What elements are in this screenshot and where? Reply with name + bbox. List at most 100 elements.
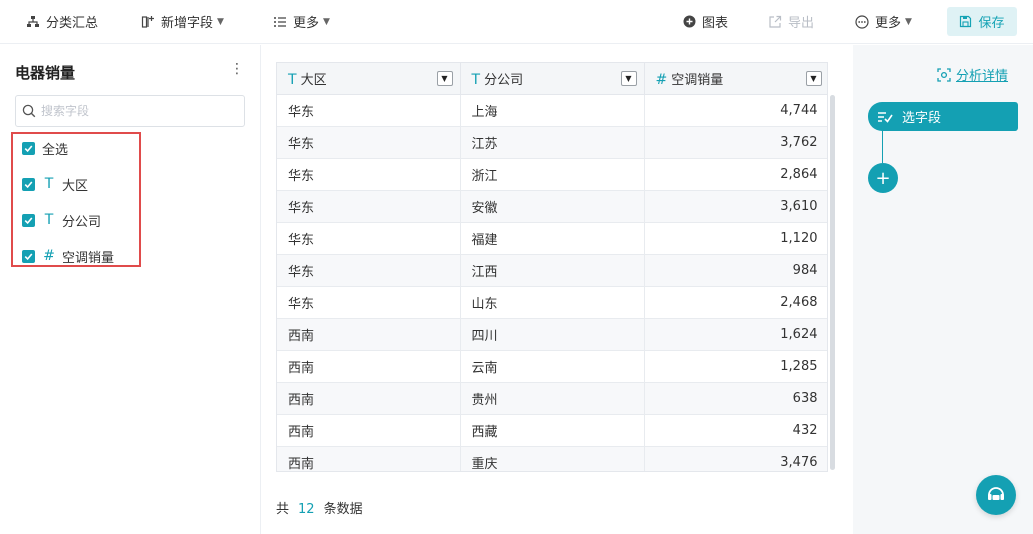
search-icon	[22, 104, 36, 118]
table-cell: 2,468	[644, 286, 827, 319]
table-cell: 安徽	[460, 190, 645, 223]
group-summary-button[interactable]: 分类汇总	[26, 0, 98, 44]
text-type-icon: T	[288, 71, 297, 88]
field-label: 大区	[62, 178, 89, 194]
text-type-icon: T	[44, 212, 54, 228]
column-header-branch[interactable]: T 分公司 ▼	[460, 63, 645, 95]
chevron-down-icon: ▼	[217, 16, 224, 27]
table-row: 华东 福建 1,120	[277, 222, 827, 255]
dataset-title: 电器销量	[15, 64, 76, 82]
table-row: 西南 贵州 638	[277, 382, 827, 415]
checkbox-checked-icon[interactable]	[22, 141, 35, 155]
add-field-button[interactable]: 新增字段 ▼	[141, 0, 224, 44]
dropdown-arrow-icon[interactable]: ▼	[620, 71, 637, 86]
table-cell: 四川	[460, 318, 645, 351]
table-row: 西南 云南 1,285	[277, 350, 827, 383]
step-label: 选字段	[902, 111, 942, 126]
export-icon	[769, 15, 782, 28]
field-select-all[interactable]: 全选	[22, 139, 68, 158]
table-cell: 3,762	[644, 126, 827, 159]
column-header-ac-sales[interactable]: # 空调销量 ▼	[644, 63, 827, 95]
table-header-row: T 大区 ▼ T 分公司 ▼ # 空调销量 ▼	[277, 63, 827, 95]
table-row: 华东 上海 4,744	[277, 94, 827, 127]
table-scrollbar[interactable]	[830, 95, 835, 470]
step-select-fields[interactable]: 选字段	[868, 102, 1018, 131]
chevron-down-icon: ▼	[905, 16, 912, 27]
field-item-branch[interactable]: T 分公司	[22, 211, 102, 230]
dropdown-arrow-icon[interactable]: ▼	[436, 71, 453, 86]
select-fields-icon	[878, 111, 893, 123]
export-label: 导出	[788, 16, 815, 31]
table-cell: 984	[644, 254, 827, 287]
table-cell: 638	[644, 382, 827, 415]
table-cell: 西南	[277, 446, 461, 471]
text-type-icon: T	[471, 71, 481, 88]
column-header-label: 分公司	[484, 72, 524, 88]
table-row: 西南 重庆 3,476	[277, 446, 827, 471]
toolbar: 分类汇总 新增字段 ▼ 更多 ▼ 图表 导出 更多 ▼ 保存	[0, 0, 1033, 44]
table-cell: 华东	[277, 94, 461, 127]
table-cell: 云南	[460, 350, 645, 383]
table-cell: 西南	[277, 382, 461, 415]
table-cell: 西藏	[460, 414, 645, 447]
table-cell: 重庆	[460, 446, 645, 471]
scrollbar-thumb[interactable]	[830, 95, 835, 470]
table-cell: 福建	[460, 222, 645, 255]
column-header-label: 大区	[300, 72, 327, 88]
chevron-down-icon: ▼	[323, 16, 330, 27]
field-panel: 电器销量 ⋮ 全选 T 大区 T 分公司 # 空调销量	[0, 45, 261, 534]
table-cell: 山东	[460, 286, 645, 319]
checkbox-checked-icon[interactable]	[22, 177, 35, 191]
table-cell: 西南	[277, 414, 461, 447]
table-cell: 432	[644, 414, 827, 447]
chart-label: 图表	[702, 16, 729, 31]
search-input[interactable]	[41, 104, 231, 118]
kebab-menu-icon[interactable]: ⋮	[230, 62, 244, 80]
table-cell: 华东	[277, 286, 461, 319]
more-right-label: 更多	[875, 16, 902, 31]
hierarchy-icon	[27, 15, 39, 27]
field-item-ac-sales[interactable]: # 空调销量	[22, 247, 115, 266]
table-cell: 西南	[277, 318, 461, 351]
group-summary-label: 分类汇总	[46, 16, 99, 31]
analysis-steps-panel: 分析详情 选字段 +	[853, 45, 1033, 534]
data-preview: T 大区 ▼ T 分公司 ▼ # 空调销量 ▼ 华东 上海 4,744 华东 江苏 3,762 华东…	[262, 45, 852, 534]
save-button[interactable]: 保存	[947, 7, 1017, 36]
table-cell: 上海	[460, 94, 645, 127]
add-column-icon	[141, 15, 154, 28]
table-row: 华东 江西 984	[277, 254, 827, 287]
list-icon	[274, 16, 286, 27]
export-button[interactable]: 导出	[768, 0, 814, 44]
more-left-button[interactable]: 更多 ▼	[273, 0, 330, 44]
plus-icon: +	[875, 167, 891, 189]
table-cell: 西南	[277, 350, 461, 383]
chat-support-button[interactable]	[976, 475, 1016, 515]
number-type-icon: #	[43, 248, 55, 264]
checkbox-checked-icon[interactable]	[22, 213, 35, 227]
table-row: 华东 浙江 2,864	[277, 158, 827, 191]
table-row: 华东 山东 2,468	[277, 286, 827, 319]
table-cell: 贵州	[460, 382, 645, 415]
table-cell: 3,476	[644, 446, 827, 471]
analysis-detail-link[interactable]: 分析详情	[937, 65, 1008, 84]
data-table: T 大区 ▼ T 分公司 ▼ # 空调销量 ▼ 华东 上海 4,744 华东 江苏 3,762 华东…	[276, 62, 828, 472]
table-cell: 华东	[277, 158, 461, 191]
chart-button[interactable]: 图表	[683, 0, 728, 44]
dropdown-arrow-icon[interactable]: ▼	[805, 71, 822, 86]
column-header-region[interactable]: T 大区 ▼	[277, 63, 461, 95]
table-cell: 1,285	[644, 350, 827, 383]
field-item-region[interactable]: T 大区	[22, 175, 89, 194]
table-cell: 华东	[277, 254, 461, 287]
column-header-label: 空调销量	[671, 72, 724, 88]
analysis-detail-label: 分析详情	[956, 69, 1009, 84]
add-step-button[interactable]: +	[868, 163, 898, 193]
table-cell: 江苏	[460, 126, 645, 159]
more-right-button[interactable]: 更多 ▼	[855, 0, 912, 44]
step-connector	[882, 131, 883, 163]
field-search	[15, 95, 245, 127]
field-label: 空调销量	[62, 250, 115, 266]
row-count-suffix: 条数据	[323, 502, 363, 517]
field-label: 分公司	[62, 214, 102, 230]
table-row: 西南 四川 1,624	[277, 318, 827, 351]
checkbox-checked-icon[interactable]	[22, 249, 35, 263]
